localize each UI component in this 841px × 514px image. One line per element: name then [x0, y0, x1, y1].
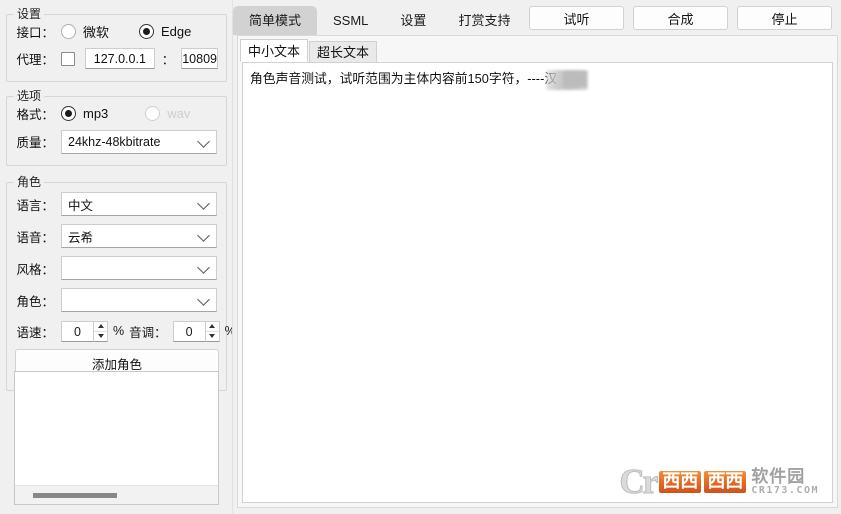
options-group-title: 选项 — [14, 89, 45, 103]
role-list[interactable] — [14, 371, 219, 505]
top-toolbar: 简单模式 SSML 设置 打赏支持 试听 合成 停止 — [233, 0, 841, 35]
pitch-decrement-button[interactable] — [205, 331, 219, 341]
role-group-title: 角色 — [14, 175, 45, 189]
tab-settings[interactable]: 设置 — [384, 6, 442, 35]
stop-button[interactable]: 停止 — [737, 6, 832, 30]
rate-unit: % — [113, 324, 125, 338]
chevron-down-icon — [197, 229, 210, 242]
chevron-down-icon — [197, 134, 210, 148]
settings-group-title: 设置 — [14, 7, 45, 21]
options-group: 选项 格式： mp3 wav 质量： 24khz-48kbitrate — [6, 89, 227, 166]
character-label: 角色： — [16, 294, 54, 309]
synthesize-button[interactable]: 合成 — [633, 6, 728, 30]
content-pane: 中小文本 超长文本 角色声音测试，试听范围为主体内容前150字符，----汉 C… — [237, 35, 838, 508]
style-label: 风格： — [16, 262, 54, 277]
format-label: 格式： — [16, 108, 54, 122]
tab-simple-mode[interactable]: 简单模式 — [233, 6, 318, 35]
tab-donate-support[interactable]: 打赏支持 — [442, 6, 526, 35]
quality-label: 质量： — [16, 136, 54, 150]
role-list-horizontal-scrollbar[interactable] — [15, 485, 218, 504]
settings-group: 设置 接口： 微软 Edge 代理： 127.0.0.1 ： 10809 — [6, 7, 227, 82]
language-select[interactable]: 中文 — [61, 192, 217, 216]
radio-format-wav[interactable] — [145, 106, 161, 121]
preview-button[interactable]: 试听 — [529, 6, 624, 30]
chevron-down-icon — [197, 261, 210, 274]
triangle-up-icon — [209, 324, 216, 328]
triangle-down-icon — [97, 334, 104, 338]
radio-interface-edge-label: Edge — [161, 24, 192, 39]
language-select-value: 中文 — [68, 198, 94, 213]
rate-spin-buttons[interactable] — [93, 320, 108, 342]
proxy-enable-checkbox[interactable] — [61, 51, 75, 66]
subtab-extra-long-text[interactable]: 超长文本 — [309, 41, 378, 62]
quality-select[interactable]: 24khz-48kbitrate — [61, 129, 217, 154]
format-row: 格式： mp3 wav — [15, 101, 218, 126]
radio-interface-edge[interactable] — [139, 24, 155, 39]
editor-content[interactable]: 角色声音测试，试听范围为主体内容前150字符，----汉 — [243, 63, 564, 88]
pitch-spin-buttons[interactable] — [204, 320, 220, 342]
rate-decrement-button[interactable] — [94, 331, 107, 341]
rate-stepper[interactable]: 0 — [61, 320, 108, 342]
text-editor[interactable]: 角色声音测试，试听范围为主体内容前150字符，----汉 — [242, 62, 833, 503]
style-row: 风格： — [15, 253, 218, 283]
triangle-down-icon — [209, 334, 216, 338]
role-group: 角色 语言： 中文 语音： 云希 风格： 角色： 语速： 0 % 音调： 0 %… — [6, 175, 236, 391]
voice-label: 语音： — [16, 230, 54, 245]
voice-select[interactable]: 云希 — [61, 224, 217, 248]
pitch-stepper[interactable]: 0 — [172, 320, 220, 342]
pitch-label: 音调： — [129, 325, 167, 340]
role-list-scroll-thumb[interactable] — [33, 493, 117, 498]
triangle-up-icon — [97, 324, 104, 328]
sub-tab-bar: 中小文本 超长文本 — [238, 38, 837, 62]
pitch-input[interactable]: 0 — [172, 320, 205, 342]
proxy-separator: ： — [161, 53, 175, 67]
radio-interface-microsoft-label: 微软 — [83, 25, 110, 40]
application-window: 设置 接口： 微软 Edge 代理： 127.0.0.1 ： 10809 选项 … — [0, 0, 841, 514]
tab-ssml[interactable]: SSML — [317, 6, 384, 35]
interface-label: 接口： — [16, 26, 54, 40]
radio-interface-microsoft[interactable] — [61, 24, 76, 39]
style-select[interactable] — [61, 256, 217, 280]
radio-format-mp3-label: mp3 — [83, 106, 109, 121]
interface-row: 接口： 微软 Edge — [15, 19, 218, 44]
proxy-host-input[interactable]: 127.0.0.1 — [85, 48, 155, 69]
rate-increment-button[interactable] — [94, 321, 107, 332]
redaction-blur-overlay — [546, 70, 588, 90]
voice-select-value: 云希 — [68, 230, 94, 245]
proxy-row: 代理： 127.0.0.1 ： 10809 — [15, 46, 218, 71]
chevron-down-icon — [197, 197, 210, 210]
character-select[interactable] — [61, 288, 217, 312]
rate-input[interactable]: 0 — [61, 320, 93, 342]
quality-row: 质量： 24khz-48kbitrate — [15, 128, 218, 155]
chevron-down-icon — [197, 293, 210, 306]
language-label: 语言： — [16, 198, 54, 213]
language-row: 语言： 中文 — [15, 189, 218, 219]
subtab-medium-small-text[interactable]: 中小文本 — [240, 39, 309, 62]
character-row: 角色： — [15, 285, 218, 315]
radio-format-mp3[interactable] — [61, 106, 76, 121]
proxy-port-input[interactable]: 10809 — [181, 48, 218, 69]
proxy-label: 代理： — [16, 53, 54, 67]
quality-select-value: 24khz-48kbitrate — [68, 134, 161, 149]
right-main-panel: 简单模式 SSML 设置 打赏支持 试听 合成 停止 中小文本 超长文本 角色声… — [233, 0, 841, 514]
action-button-group: 试听 合成 停止 — [529, 6, 832, 30]
radio-format-wav-label: wav — [167, 106, 191, 121]
rate-label: 语速： — [16, 325, 54, 340]
main-tab-bar: 简单模式 SSML 设置 打赏支持 — [233, 0, 526, 35]
left-settings-panel: 设置 接口： 微软 Edge 代理： 127.0.0.1 ： 10809 选项 … — [0, 0, 236, 514]
rate-pitch-row: 语速： 0 % 音调： 0 % — [15, 317, 236, 345]
pitch-increment-button[interactable] — [205, 321, 219, 332]
voice-row: 语音： 云希 — [15, 221, 218, 251]
